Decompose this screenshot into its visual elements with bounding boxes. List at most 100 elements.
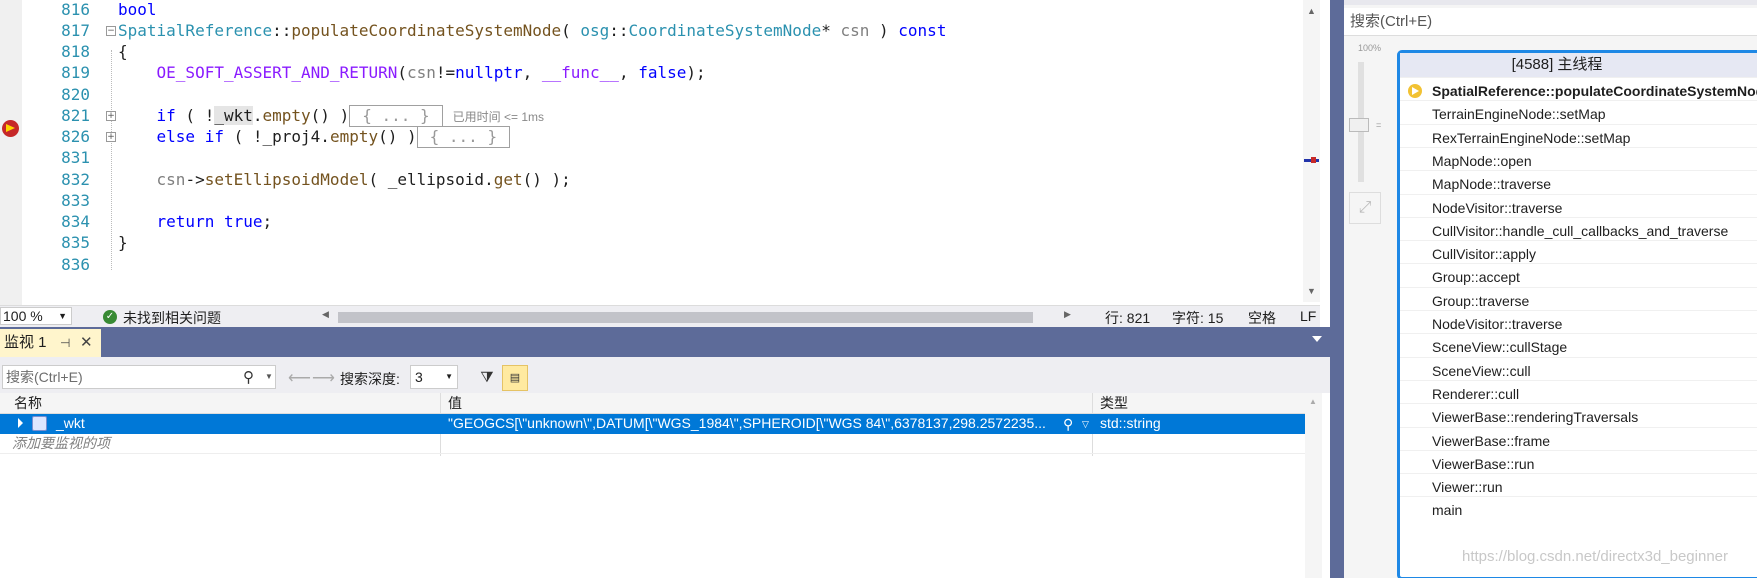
stack-frame[interactable]: ViewerBase::run xyxy=(1400,449,1757,476)
stacks-search-input[interactable]: 搜索(Ctrl+E) xyxy=(1344,8,1757,36)
column-header-name[interactable]: 名称 xyxy=(14,393,42,413)
line-number: 835 xyxy=(61,233,90,252)
issues-status[interactable]: 未找到相关问题 xyxy=(123,308,221,328)
stack-frame-label: Viewer::run xyxy=(1432,479,1503,496)
search-depth-select[interactable]: 3 ▼ xyxy=(410,365,458,389)
pin-icon[interactable]: ⊣ xyxy=(60,329,70,357)
search-icon[interactable]: ⚲ xyxy=(243,367,254,389)
stack-frame-label: TerrainEngineNode::setMap xyxy=(1432,106,1606,123)
stack-frame[interactable]: ViewerBase::renderingTraversals xyxy=(1400,403,1757,429)
watch-toolbar: 搜索(Ctrl+E) ⚲ ▼ ⟵ ⟶ 搜索深度: 3 ▼ ⧩ ▤ xyxy=(0,357,1330,393)
zoom-to-fit-icon[interactable]: ⤢ xyxy=(1349,192,1381,224)
stack-frame[interactable]: Viewer::run xyxy=(1400,473,1757,499)
watch-tab-title: 监视 1 xyxy=(4,334,47,351)
stack-frame-label: Renderer::cull xyxy=(1432,385,1520,402)
breakpoint-current-statement-icon[interactable] xyxy=(2,120,19,137)
stack-frame[interactable]: MapNode::open xyxy=(1400,146,1757,173)
scroll-up-icon[interactable]: ▲ xyxy=(1307,6,1316,16)
editor-vertical-scrollbar[interactable]: ▲ ▼ xyxy=(1303,0,1320,302)
code-line[interactable]: 836 xyxy=(22,253,1312,277)
chevron-down-icon: ▼ xyxy=(445,372,453,381)
stack-frame-label: MapNode::traverse xyxy=(1432,176,1552,193)
scroll-down-icon[interactable]: ▼ xyxy=(1307,286,1316,296)
zoom-percent-label: 100% xyxy=(1358,43,1382,53)
stack-frame-label: CullVisitor::apply xyxy=(1432,246,1537,263)
current-frame-arrow-icon xyxy=(1408,84,1422,98)
code-line[interactable]: 819 OE_SOFT_ASSERT_AND_RETURN(csn!=nullp… xyxy=(22,61,1312,85)
whitespace-indicator[interactable]: 空格 xyxy=(1248,308,1276,328)
stack-frame[interactable]: Group::traverse xyxy=(1400,286,1757,313)
expand-icon[interactable]: + xyxy=(106,132,116,142)
stack-frame[interactable]: Renderer::cull xyxy=(1400,379,1757,406)
line-ending-indicator[interactable]: LF xyxy=(1300,308,1316,324)
stack-frame-label: CullVisitor::handle_cull_callbacks_and_t… xyxy=(1432,222,1729,239)
scroll-left-icon[interactable]: ◀ xyxy=(322,309,329,320)
code-text[interactable]: OE_SOFT_ASSERT_AND_RETURN(csn!=nullptr, … xyxy=(118,61,706,85)
scroll-up-icon[interactable]: ▲ xyxy=(1309,397,1317,406)
stack-frame[interactable]: CullVisitor::handle_cull_callbacks_and_t… xyxy=(1400,216,1757,243)
filter-icon[interactable]: ⧩ xyxy=(476,367,498,389)
scroll-right-icon[interactable]: ▶ xyxy=(1064,309,1071,320)
stack-frame[interactable]: ViewerBase::frame xyxy=(1400,426,1757,453)
watch-search-placeholder: 搜索(Ctrl+E) xyxy=(6,369,83,385)
stack-frame[interactable]: SceneView::cull xyxy=(1400,356,1757,383)
code-text[interactable]: } xyxy=(118,231,128,255)
breakpoint-gutter[interactable] xyxy=(0,0,22,305)
horizontal-scrollbar-thumb[interactable] xyxy=(338,312,1033,323)
panel-menu-chevron-icon[interactable] xyxy=(1312,336,1322,342)
stack-frame[interactable]: SpatialReference::populateCoordinateSyst… xyxy=(1400,77,1757,103)
zoom-slider-thumb[interactable] xyxy=(1349,118,1369,132)
stack-frame-label: NodeVisitor::traverse xyxy=(1432,316,1563,332)
stack-frame-label: SpatialReference::populateCoordinateSyst… xyxy=(1432,83,1757,99)
line-number: 819 xyxy=(61,63,90,82)
add-watch-row[interactable]: 添加要监视的项 xyxy=(0,434,1305,454)
stack-frame[interactable]: RexTerrainEngineNode::setMap xyxy=(1400,123,1757,150)
watch-tab[interactable]: 监视 1 ⊣ ✕ xyxy=(0,329,101,357)
line-number: 831 xyxy=(61,148,90,167)
arrow-right-icon[interactable]: ⟶ xyxy=(312,368,335,388)
zoom-select[interactable]: 100 % ▼ xyxy=(0,307,72,325)
stack-frame[interactable]: CullVisitor::apply xyxy=(1400,240,1757,266)
code-editor[interactable]: 816 bool 817− SpatialReference::populateCoo… xyxy=(0,0,1320,305)
code-line[interactable]: 831 xyxy=(22,146,1312,170)
watch-search-input[interactable]: 搜索(Ctrl+E) ⚲ ▼ xyxy=(2,365,276,389)
line-indicator[interactable]: 行: 821 xyxy=(1105,308,1150,328)
stack-frame-label: ViewerBase::frame xyxy=(1432,432,1551,449)
stack-frame-label: Group::accept xyxy=(1432,269,1520,286)
stack-frame-label: MapNode::open xyxy=(1432,152,1532,169)
collapse-icon[interactable]: − xyxy=(106,26,116,36)
stack-frame[interactable]: SceneView::cullStage xyxy=(1400,333,1757,359)
column-header-type[interactable]: 类型 xyxy=(1100,393,1128,413)
chevron-down-icon[interactable]: ▼ xyxy=(265,366,273,388)
stack-frame[interactable]: Group::accept xyxy=(1400,263,1757,289)
watch-row-value[interactable]: "GEOGCS[\"unknown\",DATUM[\"WGS_1984\",S… xyxy=(448,414,1060,433)
expand-icon[interactable]: + xyxy=(106,111,116,121)
watch-vertical-scrollbar[interactable]: ▲ xyxy=(1305,393,1322,578)
stack-frame[interactable]: NodeVisitor::traverse xyxy=(1400,193,1757,220)
pane-splitter[interactable] xyxy=(1330,0,1344,578)
chevron-down-icon[interactable]: ▽ xyxy=(1082,415,1089,434)
close-icon[interactable]: ✕ xyxy=(80,329,93,357)
thread-header[interactable]: [4588] 主线程 xyxy=(1400,53,1757,77)
hex-display-icon[interactable]: ▤ xyxy=(502,365,528,391)
table-row[interactable]: _wkt "GEOGCS[\"unknown\",DATUM[\"WGS_198… xyxy=(0,414,1310,434)
stack-frame-label: Group::traverse xyxy=(1432,292,1530,309)
column-header-value[interactable]: 值 xyxy=(448,393,462,413)
stack-frame[interactable]: main xyxy=(1400,496,1757,522)
watch-header: 名称 值 类型 xyxy=(0,393,1305,414)
watch-row-name[interactable]: _wkt xyxy=(56,414,85,433)
code-line[interactable]: 835} xyxy=(22,231,1312,255)
arrow-left-icon[interactable]: ⟵ xyxy=(288,368,311,388)
char-indicator[interactable]: 字符: 15 xyxy=(1172,308,1223,328)
watch-panel-titlebar: 监视 1 ⊣ ✕ xyxy=(0,327,1330,357)
stack-frame[interactable]: MapNode::traverse xyxy=(1400,170,1757,196)
stack-frame-label: ViewerBase::renderingTraversals xyxy=(1432,409,1639,426)
search-depth-label: 搜索深度: xyxy=(340,371,400,387)
stack-frame[interactable]: TerrainEngineNode::setMap xyxy=(1400,100,1757,126)
text-visualizer-icon[interactable]: ⚲ xyxy=(1063,415,1073,434)
stack-frame[interactable]: NodeVisitor::traverse xyxy=(1400,310,1757,336)
check-icon: ✓ xyxy=(103,310,117,324)
expand-triangle-icon[interactable] xyxy=(18,418,23,428)
breakpoint-scroll-marker xyxy=(1311,157,1316,163)
thread-stack-box[interactable]: [4588] 主线程 SpatialReference::populateCoo… xyxy=(1397,50,1757,578)
